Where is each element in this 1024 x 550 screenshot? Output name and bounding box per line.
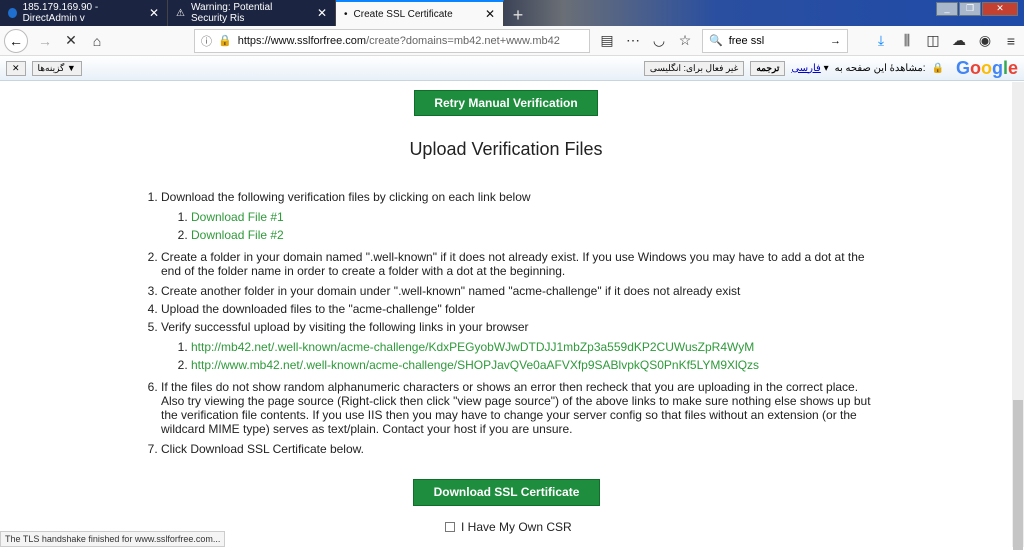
download-ssl-button[interactable]: Download SSL Certificate xyxy=(413,479,600,506)
library-icon[interactable]: ⫼ xyxy=(898,32,916,49)
forward-button[interactable]: → xyxy=(36,33,54,49)
status-bar: The TLS handshake finished for www.sslfo… xyxy=(0,531,226,547)
step-1: Download the following verification file… xyxy=(161,190,872,244)
step-4: Upload the downloaded files to the "acme… xyxy=(161,302,872,316)
sync-icon[interactable]: ☁ xyxy=(950,32,968,49)
account-icon[interactable]: ◉ xyxy=(976,32,994,49)
step-5: Verify successful upload by visiting the… xyxy=(161,320,872,374)
language-select[interactable]: فارسی ▾ xyxy=(791,63,828,74)
reader-icon[interactable]: ▤ xyxy=(598,32,616,49)
retry-verification-button[interactable]: Retry Manual Verification xyxy=(414,90,598,116)
close-tab-icon[interactable]: ✕ xyxy=(485,7,495,21)
instructions-list: Download the following verification file… xyxy=(147,190,872,462)
stop-button[interactable]: ✕ xyxy=(62,32,80,49)
google-logo: Google xyxy=(955,57,1018,78)
step-6: If the files do not show random alphanum… xyxy=(161,380,872,436)
sidebar-icon[interactable]: ◫ xyxy=(924,32,942,49)
restore-button[interactable]: ❐ xyxy=(959,2,981,16)
download-icon[interactable]: ⤓ xyxy=(872,32,890,49)
lock-icon: 🔒 xyxy=(218,35,232,47)
translate-button[interactable]: ترجمه xyxy=(750,60,786,76)
page-content: Retry Manual Verification Upload Verific… xyxy=(0,82,1012,547)
options-button[interactable]: گزینه‌ها ▼ xyxy=(31,60,82,76)
more-icon[interactable]: ⋯ xyxy=(624,32,642,49)
star-icon[interactable]: ☆ xyxy=(676,32,694,49)
translate-bar: ✕ گزینه‌ها ▼ غیر فعال برای: انگلیسی ترجم… xyxy=(0,56,1024,81)
url-bar[interactable]: ⓘ 🔒 https://www.sslforfree.com/create?doma… xyxy=(194,28,590,53)
back-button[interactable]: ← xyxy=(4,28,28,53)
search-icon: 🔍 xyxy=(709,35,723,47)
page-title: Upload Verification Files xyxy=(409,139,603,159)
pocket-icon[interactable]: ◡ xyxy=(650,32,668,49)
window-controls: _ ❐ ✕ xyxy=(936,2,1018,16)
step-2: Create a folder in your domain named ".w… xyxy=(161,250,872,278)
disable-translate-button[interactable]: غیر فعال برای: انگلیسی xyxy=(643,60,745,76)
translate-prompt: مشاهدهٔ این صفحه به: xyxy=(834,62,926,74)
info-icon: ⓘ xyxy=(201,35,212,48)
download-file-2-link[interactable]: Download File #2 xyxy=(191,228,284,242)
step-3: Create another folder in your domain und… xyxy=(161,284,872,298)
minimize-button[interactable]: _ xyxy=(936,2,958,16)
tab-bar: 185.179.169.90 - DirectAdmin v ✕ ⚠ Warning… xyxy=(0,0,1024,26)
tab-warning[interactable]: ⚠ Warning: Potential Security Ris ✕ xyxy=(168,0,336,26)
tab-create-ssl[interactable]: • Create SSL Certificate ✕ xyxy=(336,0,504,26)
close-translate-button[interactable]: ✕ xyxy=(6,60,26,76)
close-tab-icon[interactable]: ✕ xyxy=(149,6,159,20)
lock-icon: 🔒 xyxy=(931,62,944,74)
search-input[interactable]: 🔍 free ssl → xyxy=(702,28,848,53)
verify-link-1[interactable]: http://mb42.net/.well-known/acme-challen… xyxy=(191,340,754,354)
new-tab-button[interactable]: + xyxy=(504,5,532,26)
scrollbar-thumb[interactable] xyxy=(1013,400,1023,550)
close-window-button[interactable]: ✕ xyxy=(982,2,1018,16)
globe-icon xyxy=(8,8,17,18)
tab-directadmin[interactable]: 185.179.169.90 - DirectAdmin v ✕ xyxy=(0,0,168,26)
own-csr-checkbox[interactable]: I Have My Own CSR xyxy=(445,520,572,534)
loading-icon: • xyxy=(344,8,348,20)
step-7: Click Download SSL Certificate below. xyxy=(161,442,872,456)
home-icon[interactable]: ⌂ xyxy=(88,33,106,49)
download-file-1-link[interactable]: Download File #1 xyxy=(191,210,284,224)
verify-link-2[interactable]: http://www.mb42.net/.well-known/acme-cha… xyxy=(191,358,759,372)
nav-bar: ← → ✕ ⌂ ⓘ 🔒 https://www.sslforfree.com/cre… xyxy=(0,26,1024,56)
go-arrow-icon[interactable]: → xyxy=(830,35,841,47)
menu-icon[interactable]: ≡ xyxy=(1002,33,1020,49)
scrollbar[interactable] xyxy=(1012,82,1024,550)
checkbox[interactable] xyxy=(445,522,455,532)
warning-icon: ⚠ xyxy=(176,7,185,19)
close-tab-icon[interactable]: ✕ xyxy=(317,6,327,20)
